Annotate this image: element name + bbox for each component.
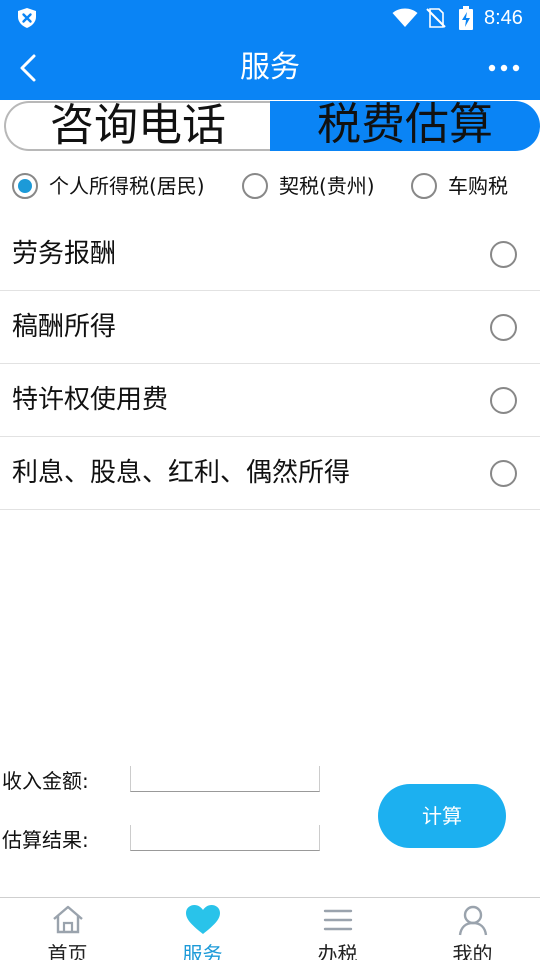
list-item[interactable]: 稿酬所得 — [0, 291, 540, 364]
income-amount-input[interactable] — [130, 766, 320, 792]
heart-icon — [185, 905, 220, 934]
bottom-nav: 首页 服务 办税 我的 — [0, 897, 540, 960]
radio-button[interactable] — [411, 173, 437, 199]
radio-button[interactable] — [490, 387, 517, 414]
battery-charging-icon — [459, 6, 473, 30]
radio-button[interactable] — [490, 460, 517, 487]
income-type-list: 劳务报酬 稿酬所得 特许权使用费 利息、股息、红利、偶然所得 — [0, 218, 540, 510]
nav-label: 服务 — [182, 942, 223, 960]
segment-control: 咨询电话 税费估算 — [4, 100, 540, 152]
radio-button[interactable] — [490, 241, 517, 268]
income-amount-label: 收入金额: — [2, 769, 89, 793]
nav-item-profile[interactable]: 我的 — [405, 898, 540, 960]
wifi-icon — [392, 8, 418, 27]
list-item-label: 劳务报酬 — [12, 239, 117, 269]
more-options-icon[interactable] — [486, 62, 522, 74]
tax-type-label: 车购税 — [448, 174, 508, 198]
list-item-label: 特许权使用费 — [12, 385, 169, 415]
nav-item-tax[interactable]: 办税 — [270, 898, 405, 960]
no-sim-icon — [426, 8, 446, 28]
user-icon — [458, 905, 487, 936]
nav-item-home[interactable]: 首页 — [0, 898, 135, 960]
shield-icon — [18, 8, 36, 28]
nav-label: 首页 — [47, 942, 88, 960]
home-icon — [52, 905, 83, 934]
calculate-button[interactable]: 计算 — [378, 784, 506, 848]
radio-button[interactable] — [490, 314, 517, 341]
tax-type-group: 个人所得税(居民) 契税(贵州) 车购税 — [0, 166, 540, 206]
nav-label: 我的 — [452, 942, 493, 960]
tax-type-label: 契税(贵州) — [279, 174, 375, 198]
list-item-label: 利息、股息、红利、偶然所得 — [12, 458, 351, 488]
estimate-result-label: 估算结果: — [2, 828, 89, 852]
list-item[interactable]: 利息、股息、红利、偶然所得 — [0, 437, 540, 510]
nav-label: 办税 — [317, 942, 358, 960]
radio-button[interactable] — [242, 173, 268, 199]
nav-item-service[interactable]: 服务 — [135, 898, 270, 960]
status-time: 8:46 — [484, 7, 523, 29]
list-item[interactable]: 劳务报酬 — [0, 218, 540, 291]
radio-button[interactable] — [12, 173, 38, 199]
tab-consult-phone[interactable]: 咨询电话 — [4, 101, 270, 151]
tax-type-label: 个人所得税(居民) — [49, 174, 205, 198]
status-bar: 8:46 — [0, 0, 540, 36]
estimate-result-field[interactable] — [130, 825, 320, 851]
page-title: 服务 — [240, 50, 300, 85]
tab-tax-estimate[interactable]: 税费估算 — [270, 101, 540, 151]
list-item-label: 稿酬所得 — [12, 312, 117, 342]
list-item[interactable]: 特许权使用费 — [0, 364, 540, 437]
title-bar: 服务 — [0, 36, 540, 100]
menu-icon — [323, 909, 352, 931]
